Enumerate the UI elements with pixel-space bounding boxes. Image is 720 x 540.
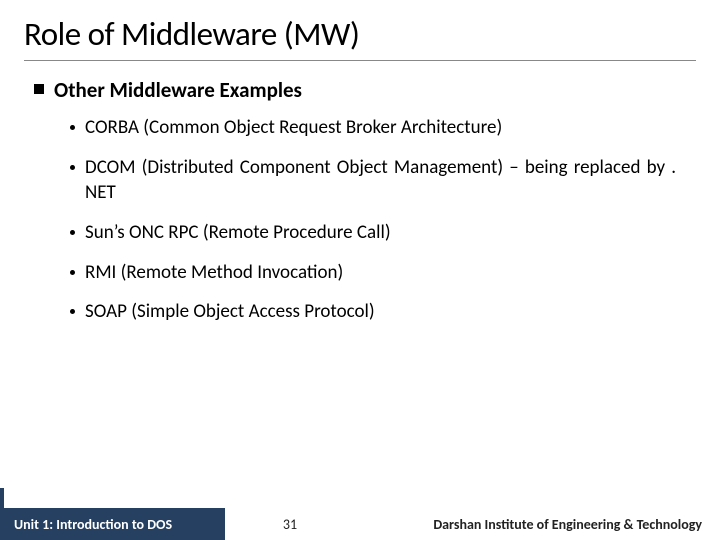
bullet-text: RMI (Remote Method Invocation) bbox=[85, 260, 676, 286]
dot-bullet-icon bbox=[70, 270, 75, 275]
accent-bar bbox=[0, 488, 4, 508]
square-bullet-icon bbox=[34, 84, 44, 94]
list-item: DCOM (Distributed Component Object Manag… bbox=[70, 155, 676, 206]
slide-title: Role of Middleware (MW) bbox=[24, 14, 696, 61]
footer: Unit 1: Introduction to DOS 31 Darshan I… bbox=[0, 508, 720, 540]
footer-unit: Unit 1: Introduction to DOS bbox=[0, 508, 225, 540]
bullet-text: CORBA (Common Object Request Broker Arch… bbox=[85, 115, 676, 141]
bullet-text: Sun’s ONC RPC (Remote Procedure Call) bbox=[85, 220, 676, 246]
bullet-list: CORBA (Common Object Request Broker Arch… bbox=[70, 115, 676, 325]
section-heading-text: Other Middleware Examples bbox=[54, 77, 302, 103]
list-item: RMI (Remote Method Invocation) bbox=[70, 260, 676, 286]
list-item: Sun’s ONC RPC (Remote Procedure Call) bbox=[70, 220, 676, 246]
dot-bullet-icon bbox=[70, 230, 75, 235]
list-item: SOAP (Simple Object Access Protocol) bbox=[70, 299, 676, 325]
list-item: CORBA (Common Object Request Broker Arch… bbox=[70, 115, 676, 141]
bullet-text: DCOM (Distributed Component Object Manag… bbox=[85, 155, 676, 206]
dot-bullet-icon bbox=[70, 309, 75, 314]
section-heading: Other Middleware Examples bbox=[34, 77, 696, 103]
dot-bullet-icon bbox=[70, 125, 75, 130]
slide: Role of Middleware (MW) Other Middleware… bbox=[0, 0, 720, 540]
dot-bullet-icon bbox=[70, 165, 75, 170]
footer-page-number: 31 bbox=[225, 516, 355, 533]
footer-institute: Darshan Institute of Engineering & Techn… bbox=[355, 516, 720, 533]
bullet-text: SOAP (Simple Object Access Protocol) bbox=[85, 299, 676, 325]
